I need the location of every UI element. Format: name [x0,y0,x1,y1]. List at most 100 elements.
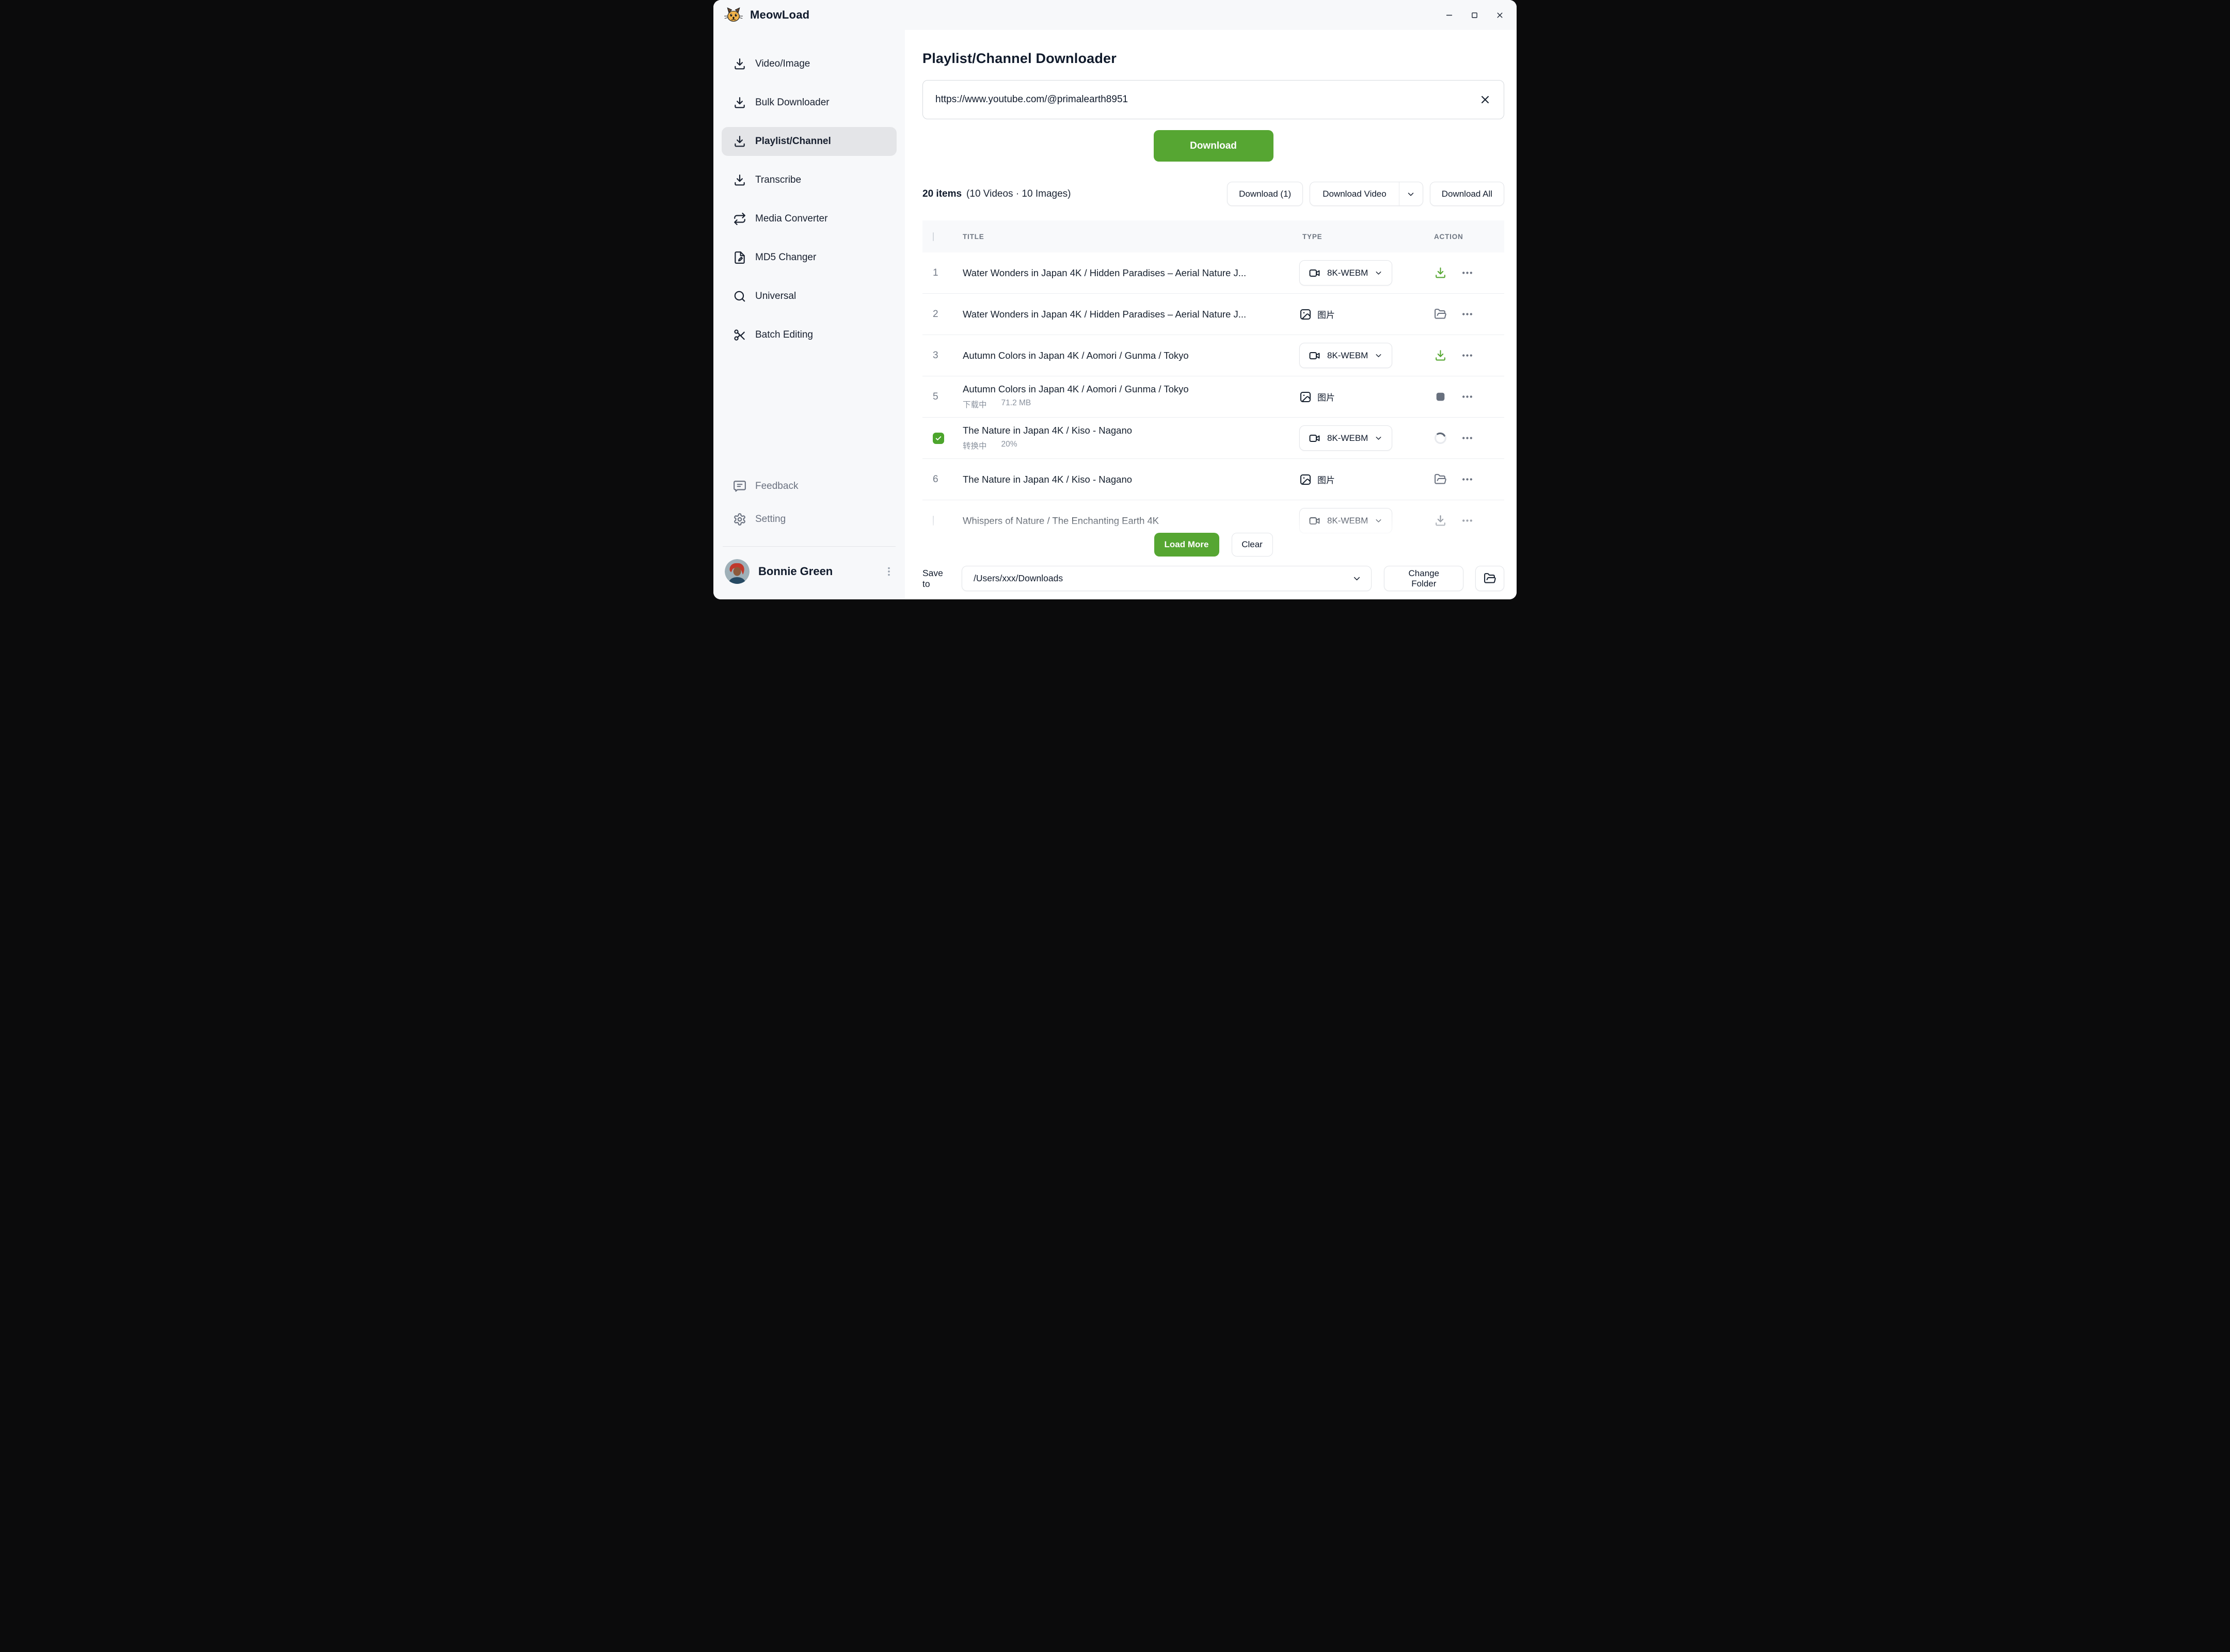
load-more-button[interactable]: Load More [1154,533,1219,557]
ellipsis-menu-icon[interactable] [1461,432,1474,444]
summary-row: 20 items (10 Videos · 10 Images) Downloa… [922,182,1504,206]
sidebar-item-bulk-downloader[interactable]: Bulk Downloader [722,88,897,117]
row-checkbox-checked[interactable] [933,433,944,444]
maximize-button[interactable] [1470,11,1479,20]
select-all-checkbox[interactable] [933,232,934,241]
sidebar-divider [723,546,896,547]
row-actions [1431,349,1494,362]
row-title: Water Wonders in Japan 4K / Hidden Parad… [963,309,1284,320]
sidebar-item-batch-editing[interactable]: Batch Editing [722,321,897,350]
table-row: 3Autumn Colors in Japan 4K / Aomori / Gu… [922,335,1504,376]
sidebar-item-label: Bulk Downloader [755,97,830,108]
row-actions [1431,308,1494,321]
repeat-icon [733,212,746,226]
image-icon [1299,391,1312,403]
open-folder-icon[interactable] [1434,473,1447,486]
ellipsis-menu-icon[interactable] [1461,390,1474,403]
change-folder-button[interactable]: Change Folder [1384,566,1463,591]
clear-button[interactable]: Clear [1232,533,1273,557]
download-icon[interactable] [1434,349,1447,362]
download-video-split-button[interactable]: Download Video [1310,182,1423,206]
spinner-icon[interactable] [1434,432,1447,444]
open-folder-button[interactable] [1475,566,1504,591]
row-leading-cell: 6 [933,474,963,485]
kebab-menu-icon[interactable] [883,566,895,577]
sidebar-item-universal[interactable]: Universal [722,282,897,311]
folder-open-icon [1484,572,1496,585]
table-row: 1Water Wonders in Japan 4K / Hidden Para… [922,252,1504,294]
row-actions [1431,514,1494,527]
download-all-button[interactable]: Download All [1430,182,1504,206]
row-title-cell: Autumn Colors in Japan 4K / Aomori / Gun… [963,384,1299,410]
row-title: Water Wonders in Japan 4K / Hidden Parad… [963,267,1284,279]
download-icon [733,57,746,71]
url-input[interactable] [935,94,1479,105]
ellipsis-menu-icon[interactable] [1461,349,1474,362]
format-label: 图片 [1317,308,1335,321]
download-icon[interactable] [1434,266,1447,279]
user-row[interactable]: Bonnie Green [722,559,897,584]
row-title: Whispers of Nature / The Enchanting Eart… [963,515,1284,527]
row-type-cell: 8K-WEBM [1299,260,1431,285]
image-type: 图片 [1299,473,1431,486]
row-actions [1431,390,1494,403]
format-label: 图片 [1317,473,1335,486]
row-leading-cell [933,516,963,526]
download-video-label[interactable]: Download Video [1310,182,1399,205]
row-checkbox[interactable] [933,516,934,526]
download-icon[interactable] [1434,514,1447,527]
sidebar-item-playlist-channel[interactable]: Playlist/Channel [722,127,897,156]
video-camera-icon [1309,350,1321,362]
save-path-select[interactable]: /Users/xxx/Downloads [962,566,1372,591]
app-name: MeowLoad [750,8,809,22]
save-path-value: /Users/xxx/Downloads [974,573,1352,584]
format-label: 8K-WEBM [1327,268,1368,278]
bottom-buttons: Load More Clear [922,533,1504,557]
clear-url-icon[interactable] [1479,93,1491,106]
sidebar-item-transcribe[interactable]: Transcribe [722,166,897,195]
chevron-down-icon [1374,268,1383,277]
sidebar-item-feedback[interactable]: Feedback [722,472,897,501]
open-folder-icon[interactable] [1434,308,1447,321]
chevron-down-icon [1374,351,1383,360]
status-label: 转换中 [963,440,987,451]
table-row: 2Water Wonders in Japan 4K / Hidden Para… [922,294,1504,335]
ellipsis-menu-icon[interactable] [1461,266,1474,279]
close-button[interactable] [1495,11,1504,20]
sidebar-item-label: Universal [755,291,796,302]
ellipsis-menu-icon[interactable] [1461,473,1474,486]
download-button[interactable]: Download [1154,130,1273,162]
search-icon [733,290,746,303]
row-title: Autumn Colors in Japan 4K / Aomori / Gun… [963,350,1284,361]
format-select[interactable]: 8K-WEBM [1299,260,1392,285]
row-leading-cell: 2 [933,309,963,320]
format-select[interactable]: 8K-WEBM [1299,508,1392,533]
chevron-down-icon[interactable] [1399,182,1423,205]
row-type-cell: 8K-WEBM [1299,508,1431,533]
sidebar: Video/Image Bulk Downloader Playlist/Chann… [713,30,905,599]
download-selected-button[interactable]: Download (1) [1227,182,1303,206]
sidebar-item-md5-changer[interactable]: MD5 Changer [722,243,897,272]
row-leading-cell [933,433,963,444]
table-row: The Nature in Japan 4K / Kiso - Nagano 转换… [922,418,1504,459]
stop-icon[interactable] [1434,390,1447,403]
sidebar-item-setting[interactable]: Setting [722,505,897,534]
format-label: 8K-WEBM [1327,516,1368,526]
table-header: TITLE TYPE ACTION [922,220,1504,252]
url-input-box [922,80,1504,119]
chevron-down-icon [1374,434,1383,442]
row-title: The Nature in Japan 4K / Kiso - Nagano [963,425,1284,436]
sidebar-item-video-image[interactable]: Video/Image [722,50,897,78]
format-select[interactable]: 8K-WEBM [1299,343,1392,368]
row-type-cell: 8K-WEBM [1299,425,1431,451]
ellipsis-menu-icon[interactable] [1461,514,1474,527]
minimize-button[interactable] [1445,11,1454,20]
items-breakdown: (10 Videos · 10 Images) [966,188,1071,200]
format-select[interactable]: 8K-WEBM [1299,425,1392,451]
image-type: 图片 [1299,390,1431,403]
user-name: Bonnie Green [758,565,833,578]
sidebar-item-label: Media Converter [755,213,827,225]
row-title-cell: Water Wonders in Japan 4K / Hidden Parad… [963,309,1299,320]
sidebar-item-media-converter[interactable]: Media Converter [722,204,897,233]
ellipsis-menu-icon[interactable] [1461,308,1474,321]
